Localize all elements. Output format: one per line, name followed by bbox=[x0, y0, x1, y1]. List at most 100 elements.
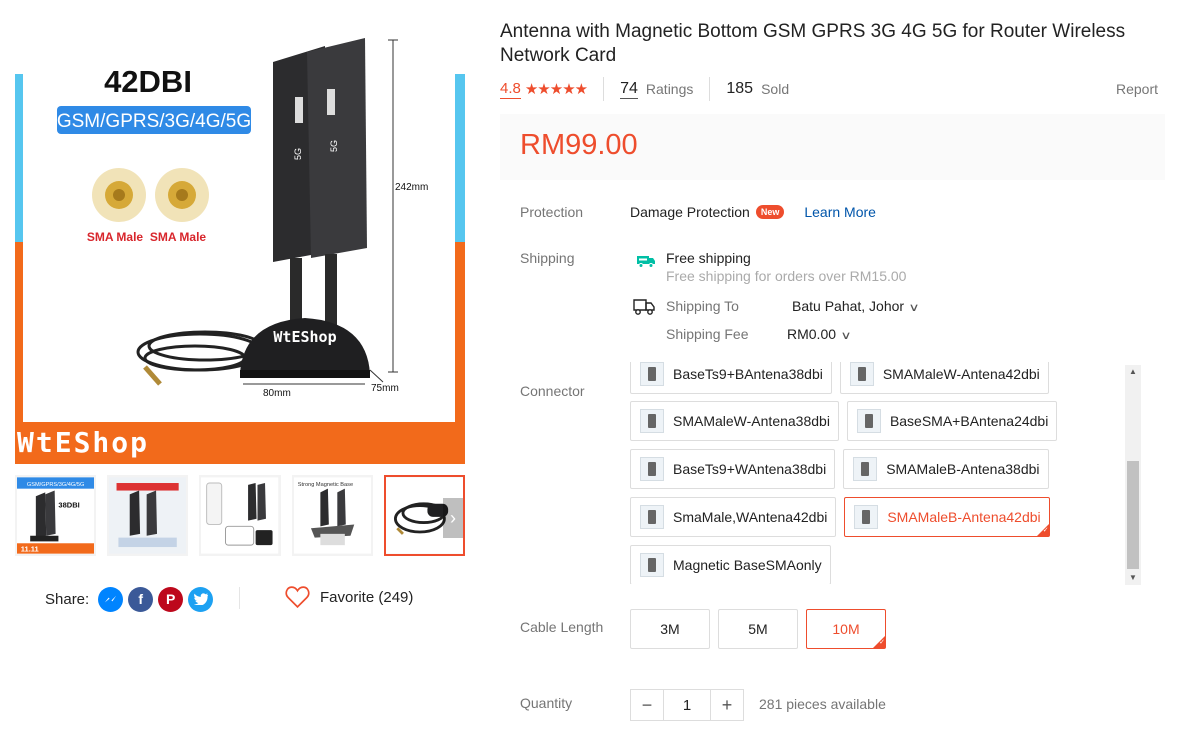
twitter-icon[interactable] bbox=[188, 586, 214, 612]
selected-check-icon bbox=[873, 636, 885, 648]
variant-thumb-icon bbox=[640, 553, 664, 577]
scroll-up-arrow-icon[interactable]: ▲ bbox=[1125, 365, 1141, 379]
connector-option-selected[interactable]: SMAMaleB-Antena42dbi bbox=[844, 497, 1050, 537]
thumbnail-next-arrow[interactable]: › bbox=[443, 498, 464, 538]
base-brand-text: WtEShop bbox=[273, 328, 336, 346]
share-row: Share: f P bbox=[45, 584, 214, 614]
headline-text: 42DBI bbox=[104, 64, 192, 99]
favorite-button[interactable]: Favorite (249) bbox=[285, 586, 413, 608]
thumb-1-gain: 38DBI bbox=[58, 500, 79, 509]
sold-count: 185 bbox=[726, 80, 754, 97]
variant-thumb-icon bbox=[849, 362, 874, 386]
truck-icon bbox=[633, 298, 655, 321]
ratings-label: Ratings bbox=[645, 81, 694, 97]
shipping-fee-label: Shipping Fee bbox=[666, 326, 749, 342]
thumbnail-1[interactable]: GSM/GPRS/3G/4G/5G 38DBI 11.11 bbox=[15, 475, 97, 556]
connector-option[interactable]: BaseTs9+WAntena38dbi bbox=[630, 449, 836, 489]
shipping-to-dropdown[interactable]: Batu Pahat, Johor ∨ bbox=[792, 298, 920, 314]
thumb-4-caption: Strong Magnetic Base bbox=[297, 482, 352, 488]
band-label: GSM/GPRS/3G/4G/5G bbox=[57, 111, 251, 132]
antenna-mark-1: 5G bbox=[293, 148, 303, 160]
heart-icon bbox=[285, 586, 310, 608]
connector-options: BaseTs9+BAntena38dbi SMAMaleW-Antena42db… bbox=[630, 362, 1125, 584]
shipping-fee-value: RM0.00 bbox=[787, 326, 837, 342]
dim-depth: 75mm bbox=[371, 383, 399, 394]
thumbnail-2[interactable] bbox=[107, 475, 189, 556]
connector-label: Connector bbox=[520, 383, 585, 399]
connector-option[interactable]: SMAMaleW-Antena38dbi bbox=[630, 401, 839, 441]
rating-stars-icon: ★★★★★ bbox=[524, 81, 588, 98]
quantity-increase-button[interactable]: + bbox=[711, 690, 743, 720]
sold-label: Sold bbox=[761, 81, 790, 97]
scroll-thumb[interactable] bbox=[1127, 461, 1139, 569]
shipping-to-label: Shipping To bbox=[666, 298, 739, 314]
selected-check-icon bbox=[1036, 524, 1049, 536]
thumb-1-badge: 11.11 bbox=[21, 545, 39, 554]
protection-name: Damage Protection bbox=[630, 204, 750, 220]
messenger-icon[interactable] bbox=[98, 586, 124, 612]
watermark-text: WtEShop bbox=[17, 426, 149, 459]
rating-score[interactable]: 4.8 bbox=[500, 80, 521, 99]
price-panel: RM99.00 bbox=[500, 114, 1165, 180]
stock-available: 281 pieces available bbox=[759, 696, 886, 712]
option-label: SmaMale,WAntena42dbi bbox=[673, 509, 828, 525]
dim-width: 80mm bbox=[263, 388, 291, 399]
option-label: SMAMaleB-Antena38dbi bbox=[886, 461, 1040, 477]
quantity-input[interactable]: 1 bbox=[663, 690, 711, 720]
shipping-to-value: Batu Pahat, Johor bbox=[792, 298, 905, 314]
option-label: BaseTs9+BAntena38dbi bbox=[673, 366, 823, 382]
cable-length-option-selected[interactable]: 10M bbox=[806, 609, 886, 649]
antenna-mark-2: 5G bbox=[329, 140, 339, 152]
option-label: SMAMaleW-Antena38dbi bbox=[673, 413, 830, 429]
protection-value: Damage Protection New Learn More bbox=[630, 204, 876, 220]
connector-option[interactable]: SMAMaleW-Antena42dbi bbox=[839, 362, 1049, 394]
rating-row: 4.8 ★★★★★ 74 Ratings 185 Sold bbox=[500, 77, 790, 101]
report-link[interactable]: Report bbox=[1116, 81, 1158, 97]
free-shipping-title: Free shipping bbox=[666, 250, 751, 266]
quantity-stepper: − 1 + bbox=[630, 689, 744, 721]
variant-thumb-icon bbox=[854, 505, 879, 529]
thumbnail-strip: GSM/GPRS/3G/4G/5G 38DBI 11.11 Strong Mag… bbox=[15, 475, 466, 556]
thumbnail-3[interactable] bbox=[199, 475, 281, 556]
quantity-label: Quantity bbox=[520, 695, 573, 711]
variant-thumb-icon bbox=[640, 505, 664, 529]
connector-option[interactable]: BaseSMA+BAntena24dbi bbox=[846, 401, 1058, 441]
variant-thumb-icon bbox=[640, 409, 664, 433]
shipping-fee-dropdown[interactable]: RM0.00 ∨ bbox=[787, 326, 852, 342]
share-label: Share: bbox=[45, 590, 90, 608]
dim-height: 242mm bbox=[395, 182, 428, 193]
new-badge: New bbox=[755, 205, 785, 219]
thumbnail-4[interactable]: Strong Magnetic Base bbox=[291, 475, 373, 556]
connector-option[interactable]: SMAMaleB-Antena38dbi bbox=[843, 449, 1049, 489]
sma-label-1: SMA Male bbox=[87, 230, 144, 244]
scroll-down-arrow-icon[interactable]: ▼ bbox=[1125, 571, 1141, 585]
ratings-count[interactable]: 74 bbox=[620, 80, 638, 99]
free-shipping-subtitle: Free shipping for orders over RM15.00 bbox=[666, 268, 907, 284]
connector-scrollbar[interactable]: ▲ ▼ bbox=[1125, 365, 1141, 585]
cable-length-option[interactable]: 5M bbox=[718, 609, 798, 649]
option-label: BaseSMA+BAntena24dbi bbox=[889, 413, 1049, 429]
free-shipping-icon bbox=[636, 253, 656, 274]
product-price: RM99.00 bbox=[520, 129, 638, 161]
connector-option[interactable]: Magnetic BaseSMAonly bbox=[630, 545, 831, 584]
pinterest-icon[interactable]: P bbox=[158, 586, 184, 612]
cable-length-option[interactable]: 3M bbox=[630, 609, 710, 649]
learn-more-link[interactable]: Learn More bbox=[804, 204, 876, 220]
thumbnail-5[interactable]: › bbox=[383, 475, 466, 556]
option-label: SMAMaleB-Antena42dbi bbox=[887, 509, 1041, 525]
divider bbox=[709, 77, 711, 101]
variant-thumb-icon bbox=[853, 457, 878, 481]
option-label: BaseTs9+WAntena38dbi bbox=[673, 461, 827, 477]
protection-label: Protection bbox=[520, 204, 584, 220]
connector-option[interactable]: SmaMale,WAntena42dbi bbox=[630, 497, 837, 537]
option-label: Magnetic BaseSMAonly bbox=[673, 557, 822, 573]
facebook-icon[interactable]: f bbox=[128, 586, 154, 612]
quantity-decrease-button[interactable]: − bbox=[631, 690, 663, 720]
variant-thumb-icon bbox=[640, 362, 664, 386]
thumb-1-bands: GSM/GPRS/3G/4G/5G bbox=[27, 482, 85, 488]
divider bbox=[603, 77, 605, 101]
favorite-label: Favorite (249) bbox=[320, 588, 414, 606]
product-title: Antenna with Magnetic Bottom GSM GPRS 3G… bbox=[500, 21, 1126, 66]
connector-option[interactable]: BaseTs9+BAntena38dbi bbox=[630, 362, 832, 394]
main-product-image[interactable]: 42DBI GSM/GPRS/3G/4G/5G SMA Male SMA Mal… bbox=[15, 22, 465, 464]
